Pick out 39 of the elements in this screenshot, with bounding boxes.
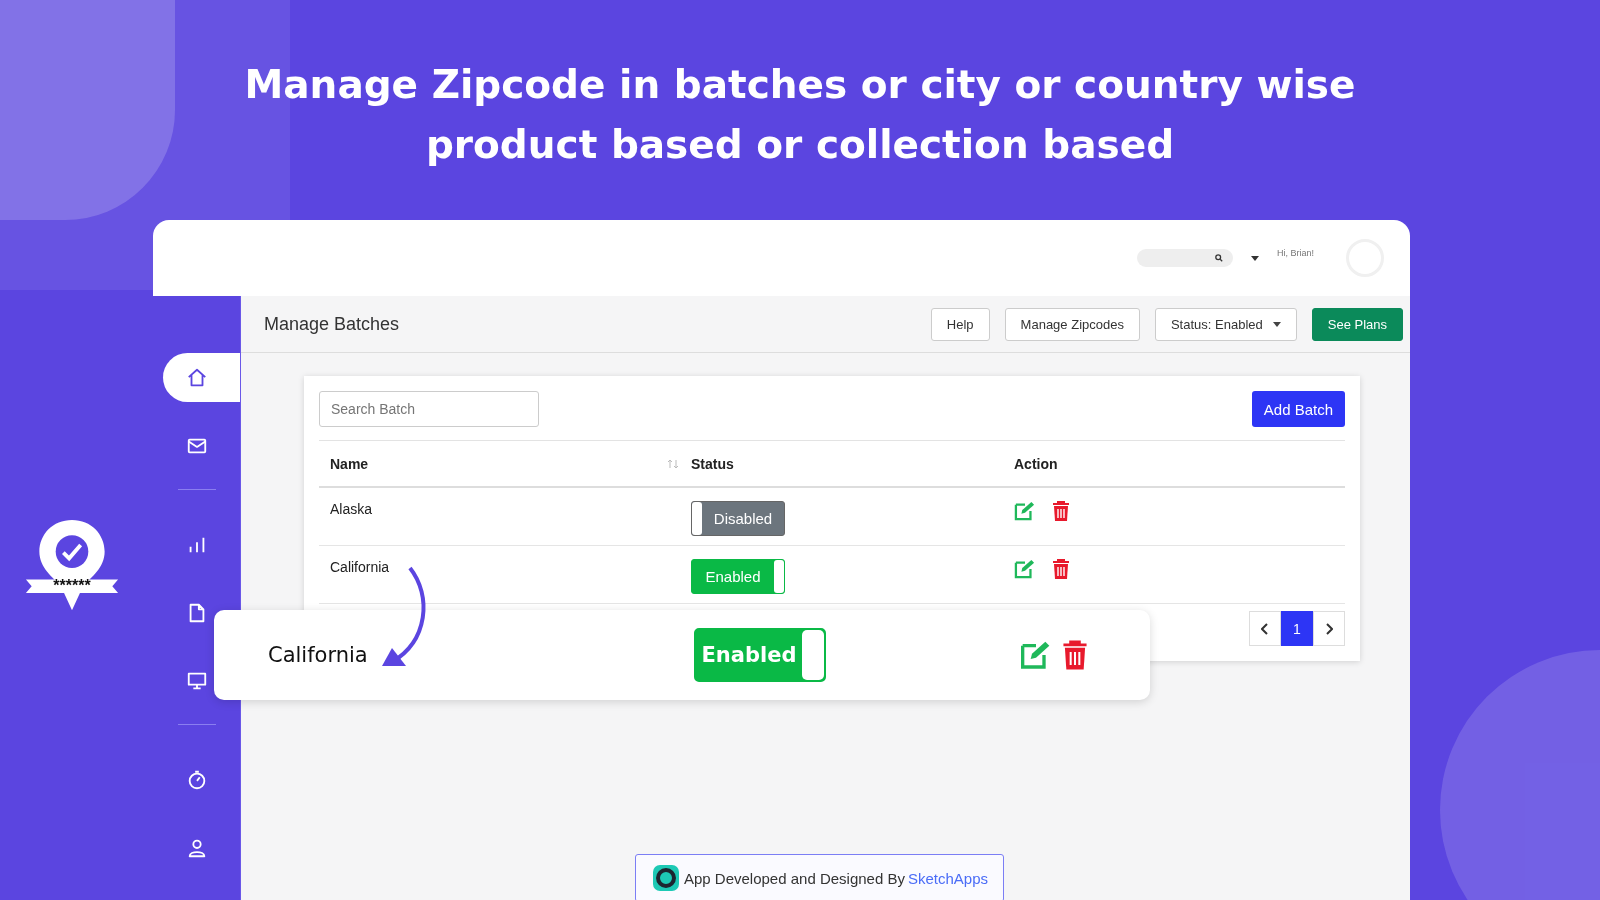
search-icon (1215, 254, 1223, 262)
status-dropdown[interactable]: Status: Enabled (1154, 307, 1297, 341)
headline-line: Manage Zipcode in batches or city or country wise (244, 62, 1356, 108)
badge-text: ****** (52, 577, 92, 595)
page-title: Manage Batches (264, 313, 400, 335)
column-header: Action (1014, 455, 1058, 472)
table-cell: Alaska (330, 501, 373, 517)
column-header: Status (691, 455, 734, 472)
caret-icon[interactable] (1251, 255, 1259, 261)
edit-icon[interactable] (1014, 501, 1036, 521)
row-name: California (267, 643, 369, 667)
credit-text: App Developed and Designed By (683, 869, 905, 887)
page-button[interactable]: 1 (1281, 611, 1313, 646)
sketchapps-link[interactable]: SketchApps (907, 869, 988, 887)
headline-line: product based or collection based (425, 122, 1175, 168)
home-icon (185, 366, 208, 389)
chevron-right-icon (1325, 622, 1333, 635)
column-header: Name (330, 455, 369, 472)
lifebuoy-logo (650, 863, 681, 893)
greeting-text: Hi, Brian! (1277, 248, 1314, 258)
search-field[interactable]: Search Batch (319, 391, 539, 427)
trash-icon[interactable] (1052, 501, 1070, 521)
trash-icon[interactable] (1052, 559, 1070, 579)
edit-icon[interactable] (1014, 559, 1036, 579)
sidebar-item[interactable] (163, 353, 240, 402)
timer-icon (186, 768, 208, 791)
status-toggle[interactable]: Disabled (691, 501, 785, 536)
caret-icon (1272, 321, 1281, 327)
search-field[interactable] (1137, 249, 1233, 267)
next-page-button[interactable] (1313, 611, 1345, 646)
edit-icon (1020, 640, 1052, 670)
previous-page-button[interactable] (1249, 611, 1281, 646)
table-cell: California (330, 559, 390, 575)
toolbar-button[interactable]: See Plans (1311, 307, 1403, 341)
add-batch-button[interactable]: Add Batch (1251, 391, 1345, 427)
trash-icon (1062, 640, 1088, 670)
toolbar-button[interactable]: Manage Zipcodes (1004, 307, 1140, 341)
toolbar-button[interactable]: Help (930, 307, 990, 341)
chevron-left-icon (1261, 622, 1269, 635)
